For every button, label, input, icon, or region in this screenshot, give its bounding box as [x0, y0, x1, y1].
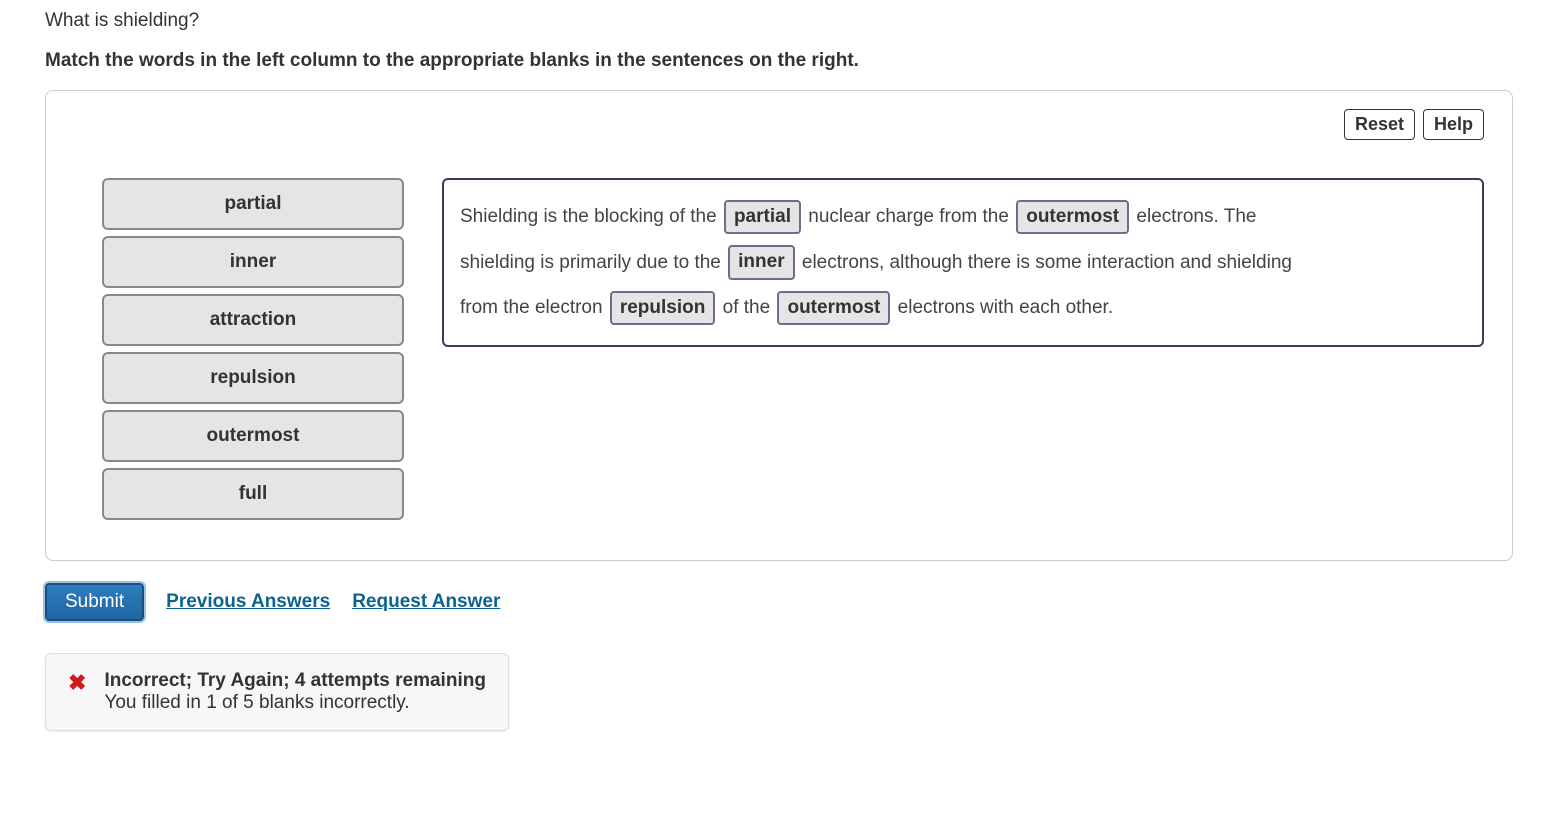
word-chip-outermost[interactable]: outermost — [102, 410, 404, 462]
previous-answers-link[interactable]: Previous Answers — [166, 591, 330, 613]
sentence-seg: electrons with each other. — [898, 297, 1113, 318]
sentence-seg: nuclear charge from the — [808, 206, 1014, 227]
sentence-seg: of the — [723, 297, 776, 318]
word-chip-repulsion[interactable]: repulsion — [102, 352, 404, 404]
sentence-seg: electrons. The — [1136, 206, 1256, 227]
toolbar: Reset Help — [74, 109, 1484, 140]
reset-button[interactable]: Reset — [1344, 109, 1415, 140]
sentence-seg: shielding is primarily due to the — [460, 252, 726, 273]
action-row: Submit Previous Answers Request Answer — [45, 583, 1513, 621]
content-row: partial inner attraction repulsion outer… — [74, 178, 1484, 520]
blank-1[interactable]: partial — [724, 200, 801, 235]
submit-button[interactable]: Submit — [45, 583, 144, 621]
feedback-box: ✖ Incorrect; Try Again; 4 attempts remai… — [45, 653, 509, 731]
instruction-text: Match the words in the left column to th… — [45, 50, 1513, 72]
help-button[interactable]: Help — [1423, 109, 1484, 140]
feedback-heading: Incorrect; Try Again; 4 attempts remaini… — [104, 670, 486, 692]
blank-2[interactable]: outermost — [1016, 200, 1129, 235]
question-title: What is shielding? — [45, 10, 1513, 32]
word-chip-inner[interactable]: inner — [102, 236, 404, 288]
blank-4[interactable]: repulsion — [610, 291, 716, 326]
word-chip-full[interactable]: full — [102, 468, 404, 520]
sentence-seg: Shielding is the blocking of the — [460, 206, 722, 227]
blank-3[interactable]: inner — [728, 245, 794, 280]
feedback-sub: You filled in 1 of 5 blanks incorrectly. — [104, 692, 486, 714]
sentence-seg: electrons, although there is some intera… — [802, 252, 1292, 273]
work-area: Reset Help partial inner attraction repu… — [45, 90, 1513, 561]
word-chip-partial[interactable]: partial — [102, 178, 404, 230]
feedback-text: Incorrect; Try Again; 4 attempts remaini… — [104, 670, 486, 714]
incorrect-icon: ✖ — [68, 672, 86, 694]
sentence-box: Shielding is the blocking of the partial… — [442, 178, 1484, 347]
sentence-seg: from the electron — [460, 297, 608, 318]
request-answer-link[interactable]: Request Answer — [352, 591, 500, 613]
blank-5[interactable]: outermost — [777, 291, 890, 326]
word-chip-attraction[interactable]: attraction — [102, 294, 404, 346]
word-bank: partial inner attraction repulsion outer… — [102, 178, 404, 520]
